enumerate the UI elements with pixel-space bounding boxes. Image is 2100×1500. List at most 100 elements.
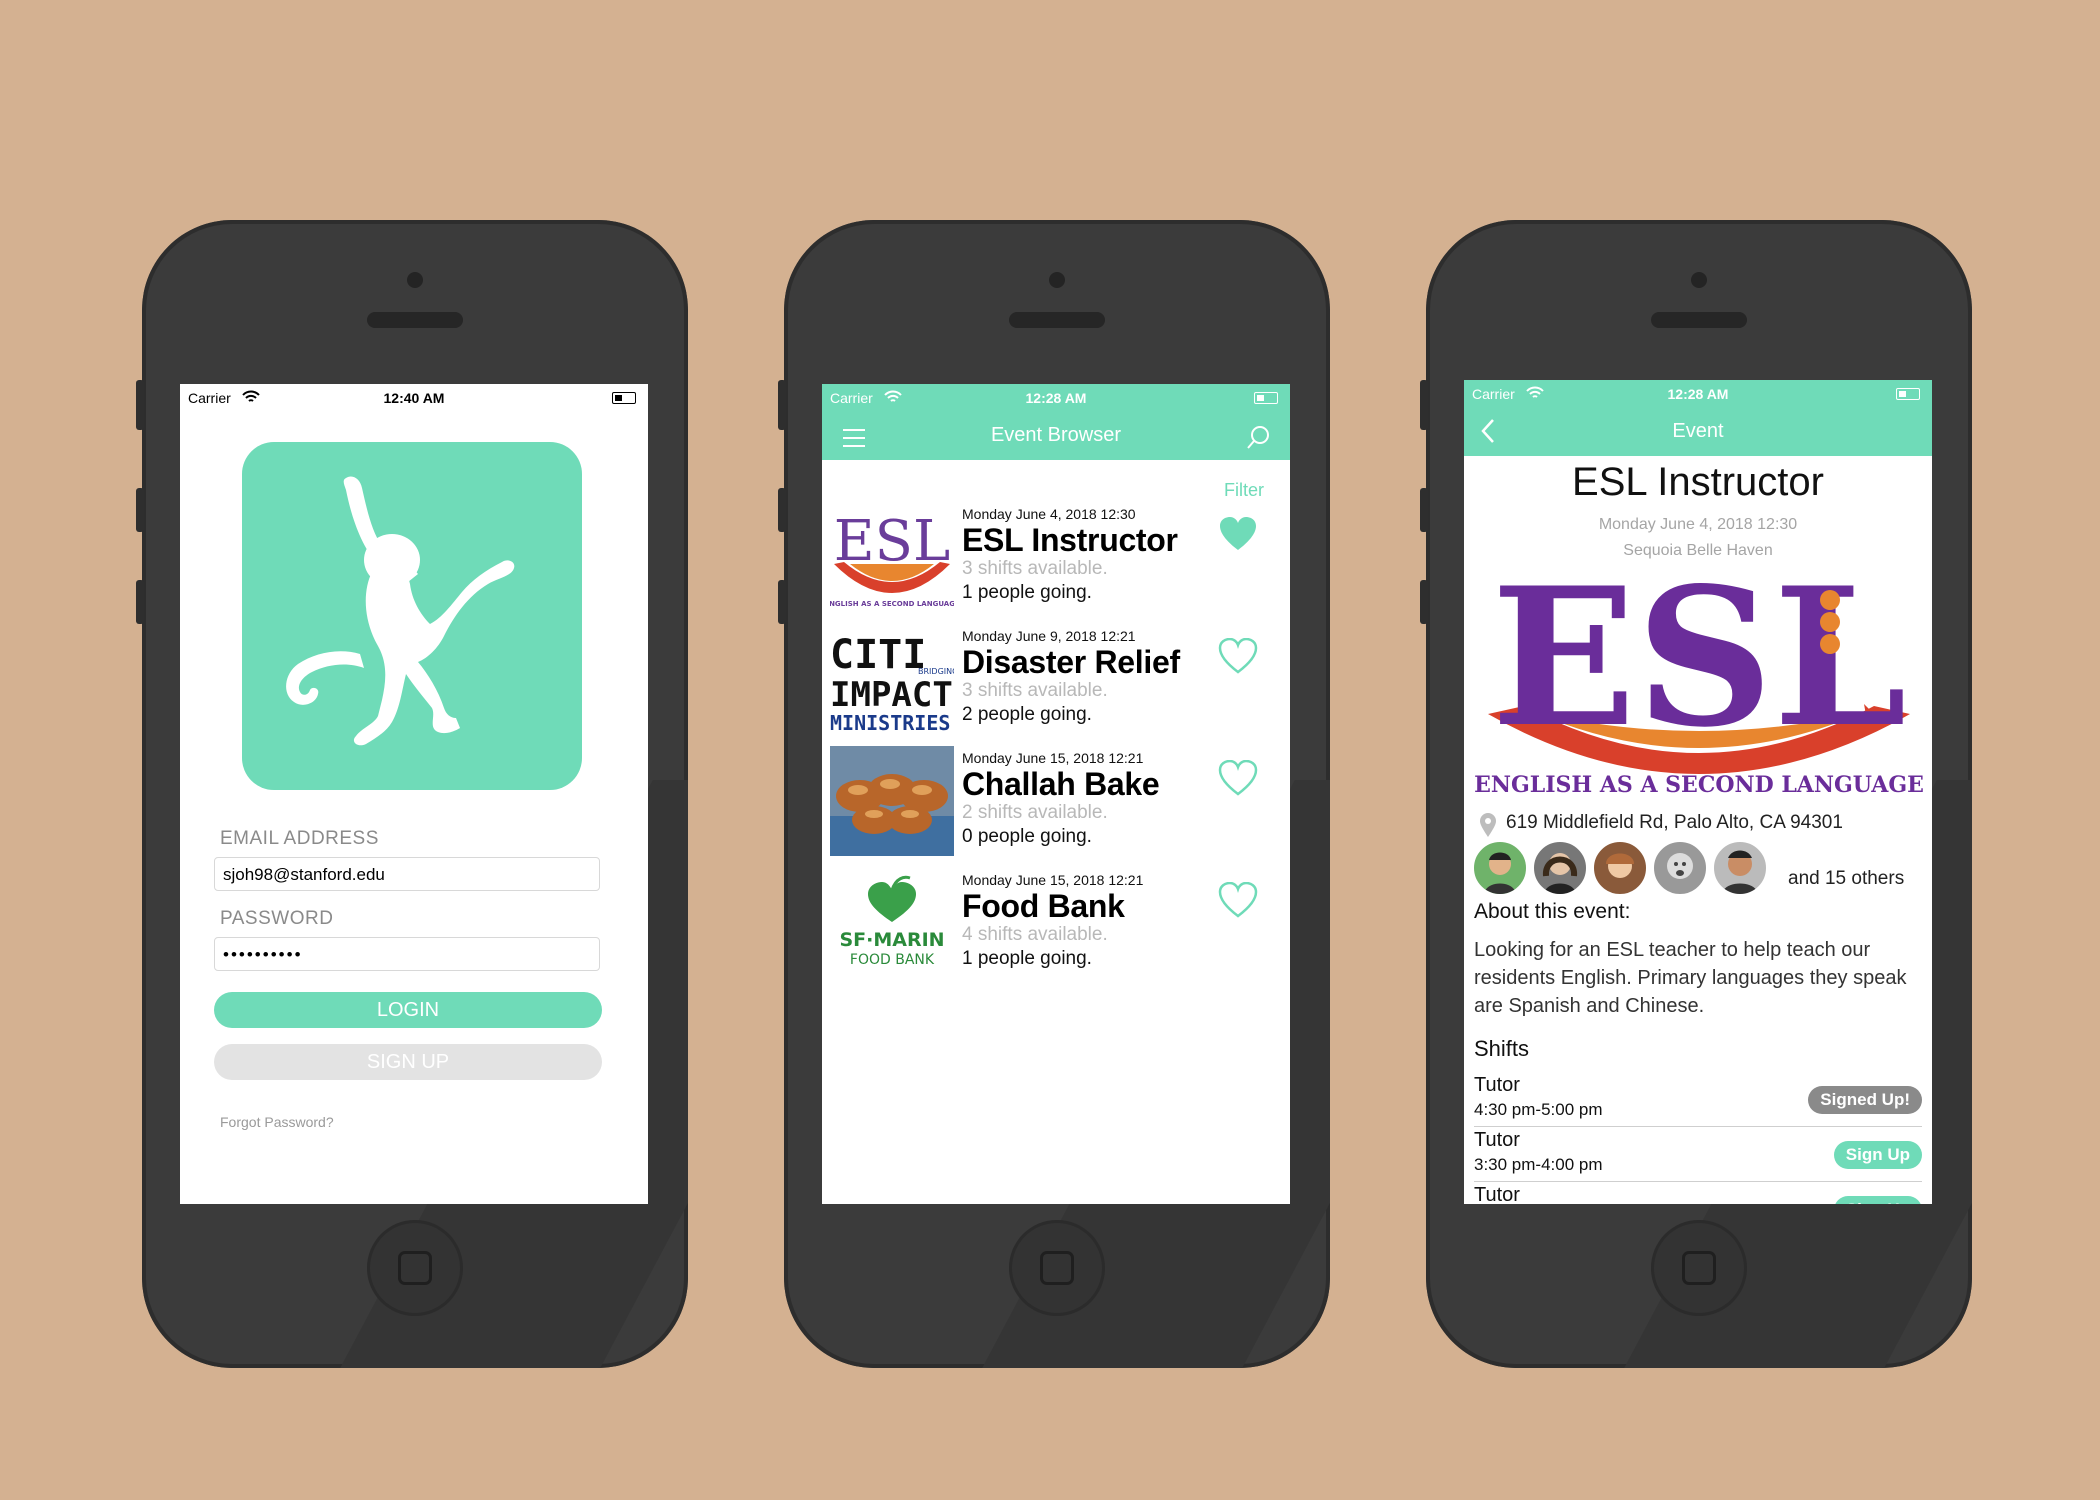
avatar[interactable] — [1712, 840, 1768, 896]
home-square-icon — [1682, 1251, 1716, 1285]
attendees-more[interactable]: and 15 others — [1788, 868, 1904, 890]
citi-logo-mid: IMPACT — [830, 675, 953, 715]
password-field[interactable]: •••••••••• — [214, 937, 600, 971]
event-shifts: 2 shifts available. — [962, 802, 1108, 823]
event-date: Monday June 4, 2018 12:30 — [962, 506, 1136, 522]
home-button[interactable] — [367, 1220, 463, 1316]
event-date: Monday June 9, 2018 12:21 — [962, 628, 1136, 644]
esl-banner-caption: ENGLISH AS A SECOND LANGUAGE — [1474, 772, 1924, 798]
heart-outline-icon[interactable] — [1218, 882, 1258, 918]
avatar[interactable] — [1652, 840, 1708, 896]
sf-marin-food-bank-thumbnail: SF·MARIN FOOD BANK — [830, 868, 954, 978]
sf-logo-line2: FOOD BANK — [850, 952, 935, 968]
home-square-icon — [1040, 1251, 1074, 1285]
citi-logo-bottom: MINISTRIES — [830, 711, 950, 734]
event-row[interactable]: Monday June 15, 2018 12:21 Challah Bake … — [830, 746, 1290, 856]
status-time: 12:28 AM — [1667, 386, 1729, 402]
event-date: Monday June 4, 2018 12:30 — [1598, 516, 1798, 533]
phone-speaker — [367, 312, 463, 328]
esl-thumbnail: ESL ENGLISH AS A SECOND LANGUAGE — [830, 502, 954, 612]
signup-button[interactable]: SIGN UP — [214, 1044, 602, 1080]
nav-title: Event Browser — [990, 424, 1122, 446]
side-button — [1420, 580, 1428, 624]
email-field[interactable]: sjoh98@stanford.edu — [214, 857, 600, 891]
event-going: 2 people going. — [962, 704, 1092, 725]
event-name: Food Bank — [962, 888, 1125, 924]
phone-camera — [1049, 272, 1065, 288]
citi-logo-top: CITI — [830, 632, 926, 678]
event-row[interactable]: CITI BRIDGING IMPACT MINISTRIES Monday J… — [830, 624, 1290, 734]
esl-logo-caption: ENGLISH AS A SECOND LANGUAGE — [830, 600, 954, 608]
event-row[interactable]: ESL ENGLISH AS A SECOND LANGUAGE Monday … — [830, 502, 1290, 612]
event-name: ESL Instructor — [962, 522, 1178, 558]
shift-row: Tutor Sign Up — [1474, 1182, 1922, 1204]
nav-bar: Event — [1464, 406, 1932, 456]
status-bar: Carrier 12:28 AM — [1464, 380, 1932, 406]
heart-filled-icon[interactable] — [1218, 516, 1258, 552]
phone-detail: Carrier 12:28 AM Event ESL Instructor Mo… — [1426, 220, 1972, 1368]
heart-outline-icon[interactable] — [1218, 638, 1258, 674]
monkey-icon — [286, 476, 515, 746]
forgot-password-link[interactable]: Forgot Password? — [220, 1114, 334, 1130]
challah-photo — [830, 746, 954, 856]
phone-browser: Carrier 12:28 AM Event Browser Filter ES… — [784, 220, 1330, 1368]
status-bar: Carrier 12:40 AM — [180, 384, 648, 410]
home-button[interactable] — [1009, 1220, 1105, 1316]
battery-icon — [1254, 392, 1278, 404]
nav-title: Event — [1672, 420, 1724, 442]
avatar[interactable] — [1592, 840, 1648, 896]
side-button — [778, 580, 786, 624]
event-description: Looking for an ESL teacher to help teach… — [1474, 939, 1907, 1017]
event-date: Monday June 15, 2018 12:21 — [962, 750, 1144, 766]
battery-icon — [612, 392, 636, 404]
event-going: 1 people going. — [962, 582, 1092, 603]
battery-icon — [1896, 388, 1920, 400]
esl-banner-text: ESL — [1491, 564, 1907, 769]
home-square-icon — [398, 1251, 432, 1285]
shift-role: Tutor — [1474, 1129, 1520, 1151]
filter-button[interactable]: Filter — [1224, 480, 1264, 501]
home-button[interactable] — [1651, 1220, 1747, 1316]
sign-up-button[interactable]: Sign Up — [1833, 1196, 1922, 1204]
avatar[interactable] — [1532, 840, 1588, 896]
shift-role: Tutor — [1474, 1074, 1520, 1096]
login-screen: Carrier 12:40 AM EMAIL ADDRESS sjoh98@st… — [180, 384, 648, 1204]
login-button[interactable]: LOGIN — [214, 992, 602, 1028]
avatar[interactable] — [1472, 840, 1528, 896]
password-label: PASSWORD — [220, 908, 334, 929]
event-shifts: 3 shifts available. — [962, 558, 1108, 579]
event-title: ESL Instructor — [1572, 460, 1824, 504]
status-time: 12:40 AM — [383, 390, 445, 406]
shift-row: Tutor 3:30 pm-4:00 pm Sign Up — [1474, 1127, 1922, 1182]
email-label: EMAIL ADDRESS — [220, 828, 379, 849]
side-button — [136, 380, 144, 430]
heart-outline-icon[interactable] — [1218, 760, 1258, 796]
phone-camera — [407, 272, 423, 288]
search-icon[interactable] — [1246, 424, 1272, 450]
event-going: 0 people going. — [962, 826, 1092, 847]
shift-time: 3:30 pm-4:00 pm — [1474, 1155, 1603, 1174]
esl-logo-text: ESL — [834, 509, 950, 574]
shifts-heading: Shifts — [1474, 1036, 1530, 1061]
signed-up-badge[interactable]: Signed Up! — [1808, 1086, 1922, 1114]
location-pin-icon — [1480, 813, 1496, 837]
event-date: Monday June 15, 2018 12:21 — [962, 872, 1144, 888]
phone-camera — [1691, 272, 1707, 288]
nav-bar: Event Browser — [822, 410, 1290, 460]
event-name: Challah Bake — [962, 766, 1160, 802]
esl-banner-logo: ESL ENGLISH AS A SECOND LANGUAGE — [1474, 546, 1924, 804]
shift-time: 4:30 pm-5:00 pm — [1474, 1100, 1603, 1119]
side-button — [778, 488, 786, 532]
detail-screen: Carrier 12:28 AM Event ESL Instructor Mo… — [1464, 380, 1932, 1204]
side-button — [778, 380, 786, 430]
event-going: 1 people going. — [962, 948, 1092, 969]
browser-screen: Carrier 12:28 AM Event Browser Filter ES… — [822, 384, 1290, 1204]
phone-speaker — [1651, 312, 1747, 328]
event-shifts: 4 shifts available. — [962, 924, 1108, 945]
event-row[interactable]: SF·MARIN FOOD BANK Monday June 15, 2018 … — [830, 868, 1290, 978]
event-address[interactable]: 619 Middlefield Rd, Palo Alto, CA 94301 — [1506, 812, 1843, 834]
event-location-name: Sequoia Belle Haven — [1623, 542, 1773, 559]
sign-up-button[interactable]: Sign Up — [1833, 1141, 1922, 1169]
about-heading: About this event: — [1474, 900, 1631, 923]
app-logo-monkey — [242, 442, 582, 790]
